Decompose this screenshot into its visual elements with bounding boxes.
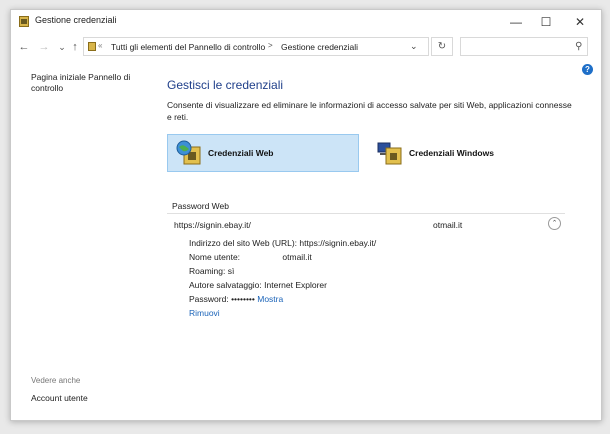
web-credentials-icon: [176, 140, 201, 165]
control-panel-home-link[interactable]: Pagina iniziale Pannello di controllo: [31, 72, 141, 94]
detail-user: Nome utente: otmail.it: [189, 252, 312, 262]
forward-button[interactable]: →: [37, 39, 51, 55]
detail-author-value: Internet Explorer: [264, 280, 327, 290]
windows-credentials-icon: [377, 142, 402, 165]
credential-user[interactable]: otmail.it: [433, 220, 462, 230]
remove-credential-link[interactable]: Rimuovi: [189, 308, 220, 318]
refresh-button[interactable]: ↻: [431, 37, 453, 56]
breadcrumb-control-panel-items[interactable]: Tutti gli elementi del Pannello di contr…: [111, 42, 265, 52]
detail-site: Indirizzo del sito Web (URL): https://si…: [189, 238, 376, 248]
search-icon[interactable]: ⚲: [575, 41, 582, 52]
navigation-bar: ← → ⌄ ↑ « Tutti gli elementi del Pannell…: [11, 36, 601, 58]
detail-roaming-label: Roaming:: [189, 266, 226, 276]
detail-roaming: Roaming: sì: [189, 266, 234, 276]
maximize-button[interactable]: ☐: [529, 10, 563, 34]
overflow-chevron-icon[interactable]: «: [98, 41, 102, 50]
see-also-heading: Vedere anche: [31, 376, 81, 385]
web-credentials-tile[interactable]: Credenziali Web: [167, 134, 359, 172]
windows-credentials-label: Credenziali Windows: [409, 148, 494, 158]
credential-url[interactable]: https://signin.ebay.it/: [174, 220, 251, 230]
window-title: Gestione credenziali: [35, 15, 117, 25]
detail-author: Autore salvataggio: Internet Explorer: [189, 280, 327, 290]
detail-site-value: https://signin.ebay.it/: [299, 238, 377, 248]
control-panel-icon: [88, 42, 96, 51]
collapse-icon[interactable]: ⌃: [548, 217, 561, 230]
address-bar[interactable]: « Tutti gli elementi del Pannello di con…: [83, 37, 429, 56]
page-title: Gestisci le credenziali: [167, 78, 284, 92]
detail-password-value: ••••••••: [231, 294, 255, 304]
detail-password-label: Password:: [189, 294, 229, 304]
minimize-button[interactable]: —: [499, 10, 533, 34]
web-credentials-label: Credenziali Web: [208, 148, 274, 158]
detail-roaming-value: sì: [227, 266, 235, 276]
search-input[interactable]: ⚲: [460, 37, 588, 56]
credential-manager-window: Gestione credenziali — ☐ ✕ ← → ⌄ ↑ « Tut…: [10, 9, 602, 421]
windows-credentials-tile[interactable]: Credenziali Windows: [369, 134, 569, 172]
detail-password: Password: •••••••• Mostra: [189, 294, 283, 304]
breadcrumb-chevron-icon[interactable]: >: [268, 41, 273, 50]
up-button[interactable]: ↑: [68, 39, 82, 55]
help-icon[interactable]: ?: [582, 64, 593, 75]
show-password-link[interactable]: Mostra: [257, 294, 283, 304]
detail-site-label: Indirizzo del sito Web (URL):: [189, 238, 298, 248]
detail-user-label: Nome utente:: [189, 252, 241, 262]
section-divider: [167, 213, 565, 214]
credential-manager-icon: [19, 16, 29, 27]
breadcrumb-credential-manager[interactable]: Gestione credenziali: [281, 42, 358, 52]
detail-user-value: otmail.it: [282, 252, 312, 262]
title-bar: Gestione credenziali — ☐ ✕: [11, 10, 601, 34]
detail-author-label: Autore salvataggio:: [189, 280, 262, 290]
address-dropdown-icon[interactable]: ⌄: [410, 41, 418, 52]
close-button[interactable]: ✕: [563, 10, 597, 34]
web-passwords-section-title: Password Web: [172, 201, 230, 211]
back-button[interactable]: ←: [17, 39, 31, 55]
user-accounts-link[interactable]: Account utente: [31, 393, 88, 403]
page-description: Consente di visualizzare ed eliminare le…: [167, 100, 572, 122]
recent-locations-button[interactable]: ⌄: [55, 39, 69, 55]
